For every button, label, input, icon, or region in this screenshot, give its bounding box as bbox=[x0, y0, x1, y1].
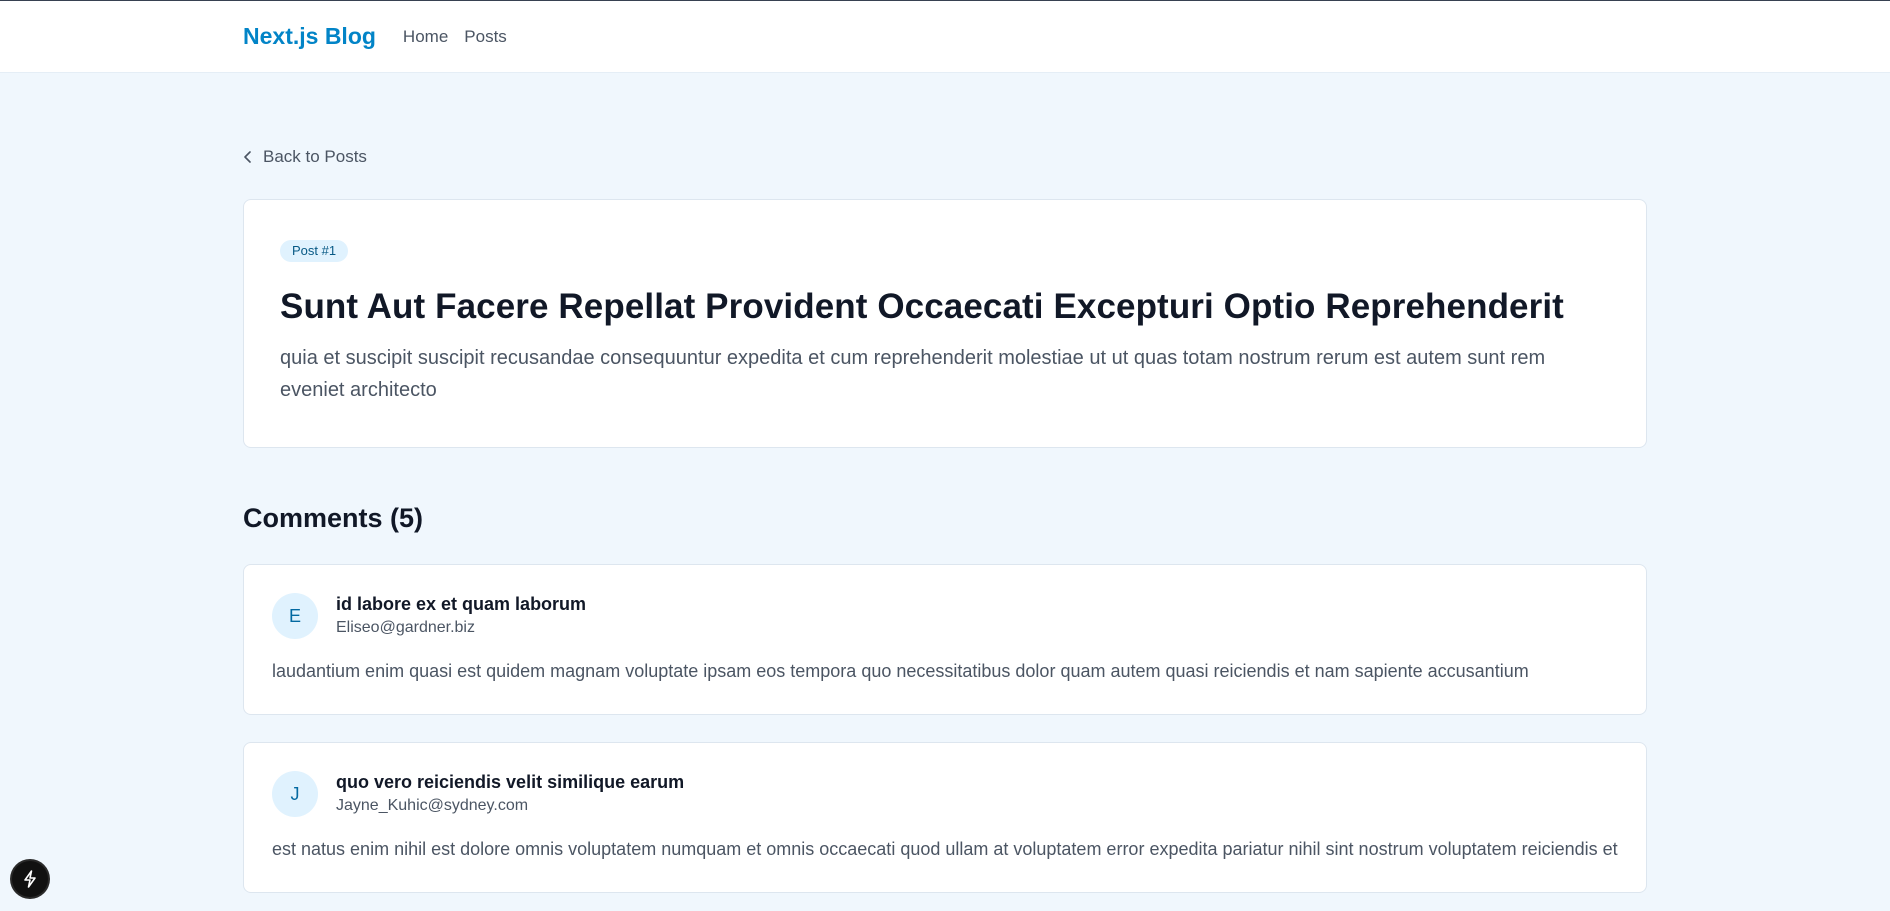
brand-logo-link[interactable]: Next.js Blog bbox=[243, 23, 376, 50]
comment-header: E id labore ex et quam laborum Eliseo@ga… bbox=[272, 593, 1618, 639]
comment-name: id labore ex et quam laborum bbox=[336, 594, 587, 614]
lightning-bolt-icon bbox=[24, 870, 36, 888]
back-link-label: Back to Posts bbox=[263, 147, 367, 166]
site-header: Next.js Blog Home Posts bbox=[0, 1, 1890, 73]
comment-card: J quo vero reiciendis velit similique ea… bbox=[243, 742, 1647, 893]
header-container: Next.js Blog Home Posts bbox=[243, 23, 1647, 50]
comment-email: Jayne_Kuhic@sydney.com bbox=[336, 797, 529, 814]
comment-body: est natus enim nihil est dolore omnis vo… bbox=[272, 839, 1618, 859]
comment-header: J quo vero reiciendis velit similique ea… bbox=[272, 771, 1618, 817]
post-card: Post #1 Sunt Aut Facere Repellat Provide… bbox=[243, 199, 1647, 448]
comment-body: laudantium enim quasi est quidem magnam … bbox=[272, 661, 1529, 681]
main-content: Back to Posts Post #1 Sunt Aut Facere Re… bbox=[243, 73, 1647, 893]
comment-email: Eliseo@gardner.biz bbox=[336, 619, 475, 636]
comment-name: quo vero reiciendis velit similique earu… bbox=[336, 772, 685, 792]
dev-tools-indicator-button[interactable] bbox=[12, 861, 48, 897]
avatar: E bbox=[272, 593, 318, 639]
post-title: Sunt Aut Facere Repellat Provident Occae… bbox=[280, 287, 1564, 326]
comments-heading: Comments (5) bbox=[243, 503, 424, 533]
avatar: J bbox=[272, 771, 318, 817]
back-to-posts-link[interactable]: Back to Posts bbox=[243, 147, 367, 167]
comment-author: id labore ex et quam laborum Eliseo@gard… bbox=[336, 593, 586, 639]
nav-link-posts[interactable]: Posts bbox=[464, 27, 507, 47]
post-body: quia et suscipit suscipit recusandae con… bbox=[280, 347, 1546, 401]
comment-card: E id labore ex et quam laborum Eliseo@ga… bbox=[243, 564, 1647, 715]
post-number-badge: Post #1 bbox=[280, 240, 349, 262]
chevron-left-icon bbox=[244, 151, 251, 163]
nav-link-home[interactable]: Home bbox=[403, 27, 448, 47]
comment-author: quo vero reiciendis velit similique earu… bbox=[336, 771, 684, 817]
